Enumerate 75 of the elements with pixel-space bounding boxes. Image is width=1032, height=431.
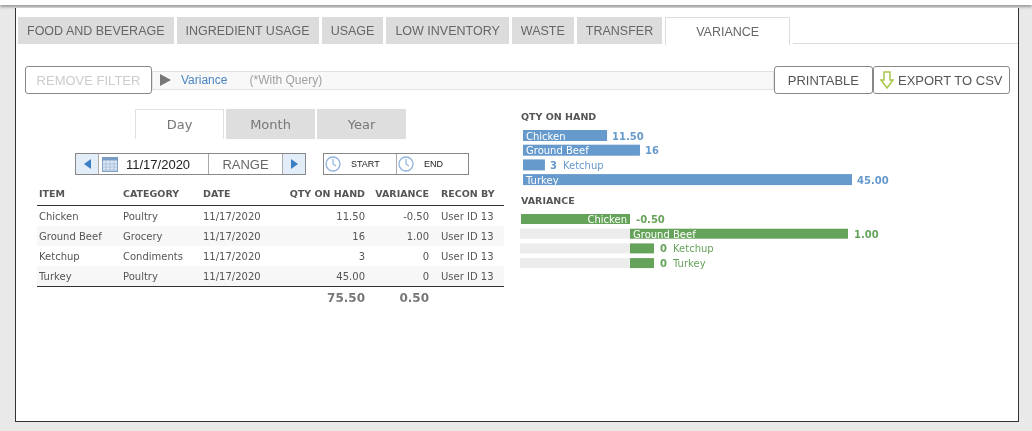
column-header: RECON BY [431, 181, 504, 206]
bar-label: Ketchup [562, 159, 604, 171]
column-header: CATEGORY [121, 181, 201, 206]
total-cell: 0.50 [367, 286, 431, 309]
table-cell: 11/17/2020 [201, 246, 287, 266]
period-tab[interactable]: Month [226, 109, 315, 139]
report-tab[interactable]: LOW INVENTORY [386, 17, 509, 44]
table-cell: User ID 13 [431, 226, 504, 246]
table-cell: Grocery [121, 226, 201, 246]
previous-date-button[interactable] [76, 154, 98, 174]
bar-value: 11.50 [612, 130, 644, 142]
table-cell: 11/17/2020 [201, 205, 287, 226]
clock-icon [398, 156, 414, 172]
chart-title: VARIANCE [521, 195, 575, 206]
table-cell: Turkey [37, 266, 121, 287]
bar-value: 0 [660, 258, 667, 270]
bar-value: 16 [645, 145, 659, 157]
right-triangle-icon [290, 159, 298, 169]
table-cell: Poultry [121, 266, 201, 287]
column-header: QTY ON HAND [287, 181, 367, 206]
table-cell: Condiments [121, 246, 201, 266]
bar-label: Ground Beef [633, 228, 696, 240]
bar-label: Ground Beef [526, 145, 589, 157]
chart-title: QTY ON HAND [521, 111, 597, 122]
table-cell: Poultry [121, 205, 201, 226]
table-cell: User ID 13 [431, 246, 504, 266]
download-arrow-icon [880, 71, 894, 89]
report-tab[interactable]: TRANSFER [576, 17, 663, 44]
bar-value: 0 [660, 243, 667, 255]
breadcrumb-link[interactable]: Variance [181, 73, 228, 87]
table-cell: Ground Beef [37, 226, 121, 246]
table-cell: 11.50 [287, 205, 367, 226]
left-triangle-icon [83, 159, 91, 169]
column-header: DATE [201, 181, 287, 206]
table-cell: User ID 13 [431, 266, 504, 287]
bar-value: 45.00 [857, 174, 889, 186]
query-note: (*With Query) [249, 73, 323, 87]
table-cell: User ID 13 [431, 205, 504, 226]
bar-value: -0.50 [636, 214, 665, 225]
column-header: ITEM [37, 181, 121, 206]
export-csv-button[interactable]: EXPORT TO CSV [873, 66, 1010, 94]
table-cell: 11/17/2020 [201, 266, 287, 287]
total-cell: 75.50 [287, 286, 367, 309]
table-cell: 0 [367, 246, 431, 266]
table-cell: 16 [287, 226, 367, 246]
bar-label: Turkey [526, 174, 559, 186]
report-tab[interactable]: WASTE [511, 17, 574, 44]
report-tab[interactable]: USAGE [321, 17, 384, 44]
play-icon [160, 74, 171, 86]
bar-value: 3 [549, 159, 557, 171]
table-cell: 11/17/2020 [201, 226, 287, 246]
report-tab[interactable]: INGREDIENT USAGE [176, 17, 319, 44]
period-tab[interactable]: Day [135, 109, 224, 139]
bar-label: Turkey [673, 258, 706, 270]
bar-value: 1.00 [854, 228, 879, 240]
range-button[interactable]: RANGE [208, 154, 283, 174]
bar-label: Ketchup [673, 243, 714, 255]
printable-button[interactable]: PRINTABLE [773, 66, 873, 94]
clock-icon [325, 156, 341, 172]
table-cell: 45.00 [287, 266, 367, 287]
bar-label: Chicken [526, 130, 566, 142]
table-cell: 0 [367, 266, 431, 287]
date-field[interactable]: 11/17/2020 [98, 154, 208, 174]
report-tab[interactable]: VARIANCE [665, 17, 791, 45]
calendar-icon [102, 156, 118, 172]
next-date-button[interactable] [283, 154, 305, 174]
column-header: VARIANCE [367, 181, 431, 206]
table-cell: -0.50 [367, 205, 431, 226]
table-cell: Chicken [37, 205, 121, 226]
table-cell: 3 [287, 246, 367, 266]
report-tab[interactable]: FOOD AND BEVERAGE [18, 17, 174, 44]
period-tab[interactable]: Year [317, 109, 406, 139]
table-cell: 1.00 [367, 226, 431, 246]
bar-label: Chicken [587, 214, 627, 225]
table-cell: Ketchup [37, 246, 121, 266]
